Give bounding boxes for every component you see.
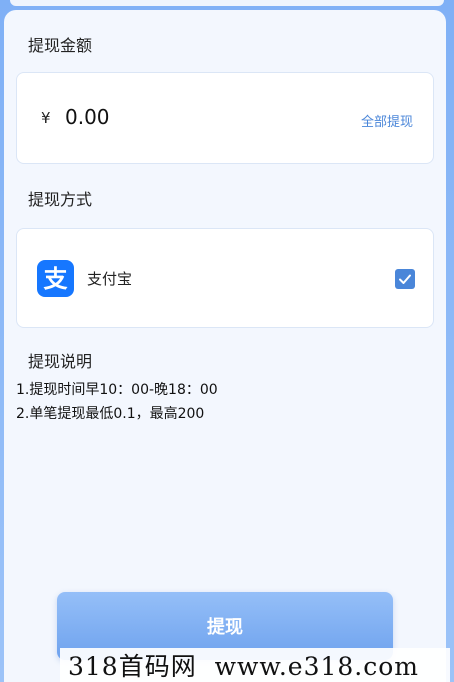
notes-section-title: 提现说明	[28, 352, 93, 371]
alipay-option[interactable]: 支 支付宝	[16, 228, 434, 328]
watermark-text: 318首码网 www.e318.com	[68, 652, 420, 681]
method-label: 支付宝	[87, 270, 133, 288]
withdraw-all-link[interactable]: 全部提现	[361, 111, 413, 130]
check-icon	[399, 274, 411, 284]
currency-symbol: ¥	[41, 109, 51, 127]
method-checkbox[interactable]	[395, 269, 415, 289]
amount-input[interactable]: 0.00	[65, 105, 110, 129]
alipay-icon-glyph: 支	[43, 264, 68, 293]
note-line: 1.提现时间早10：00-晚18：00	[16, 382, 218, 398]
withdraw-page: 提现金额 ¥ 0.00 全部提现 提现方式 支 支付宝 提现说明 1.提现时间早…	[0, 0, 454, 682]
amount-section-title: 提现金额	[28, 36, 93, 55]
notes-list: 1.提现时间早10：00-晚18：00 2.单笔提现最低0.1，最高200	[16, 378, 218, 426]
withdraw-panel: 提现金额 ¥ 0.00 全部提现 提现方式 支 支付宝 提现说明 1.提现时间早…	[4, 10, 446, 682]
top-strip	[10, 0, 444, 6]
watermark: 318首码网 www.e318.com	[60, 648, 450, 682]
amount-card[interactable]: ¥ 0.00 全部提现	[16, 72, 434, 164]
note-line: 2.单笔提现最低0.1，最高200	[16, 406, 205, 422]
alipay-icon: 支	[37, 260, 74, 297]
method-section-title: 提现方式	[28, 190, 93, 209]
